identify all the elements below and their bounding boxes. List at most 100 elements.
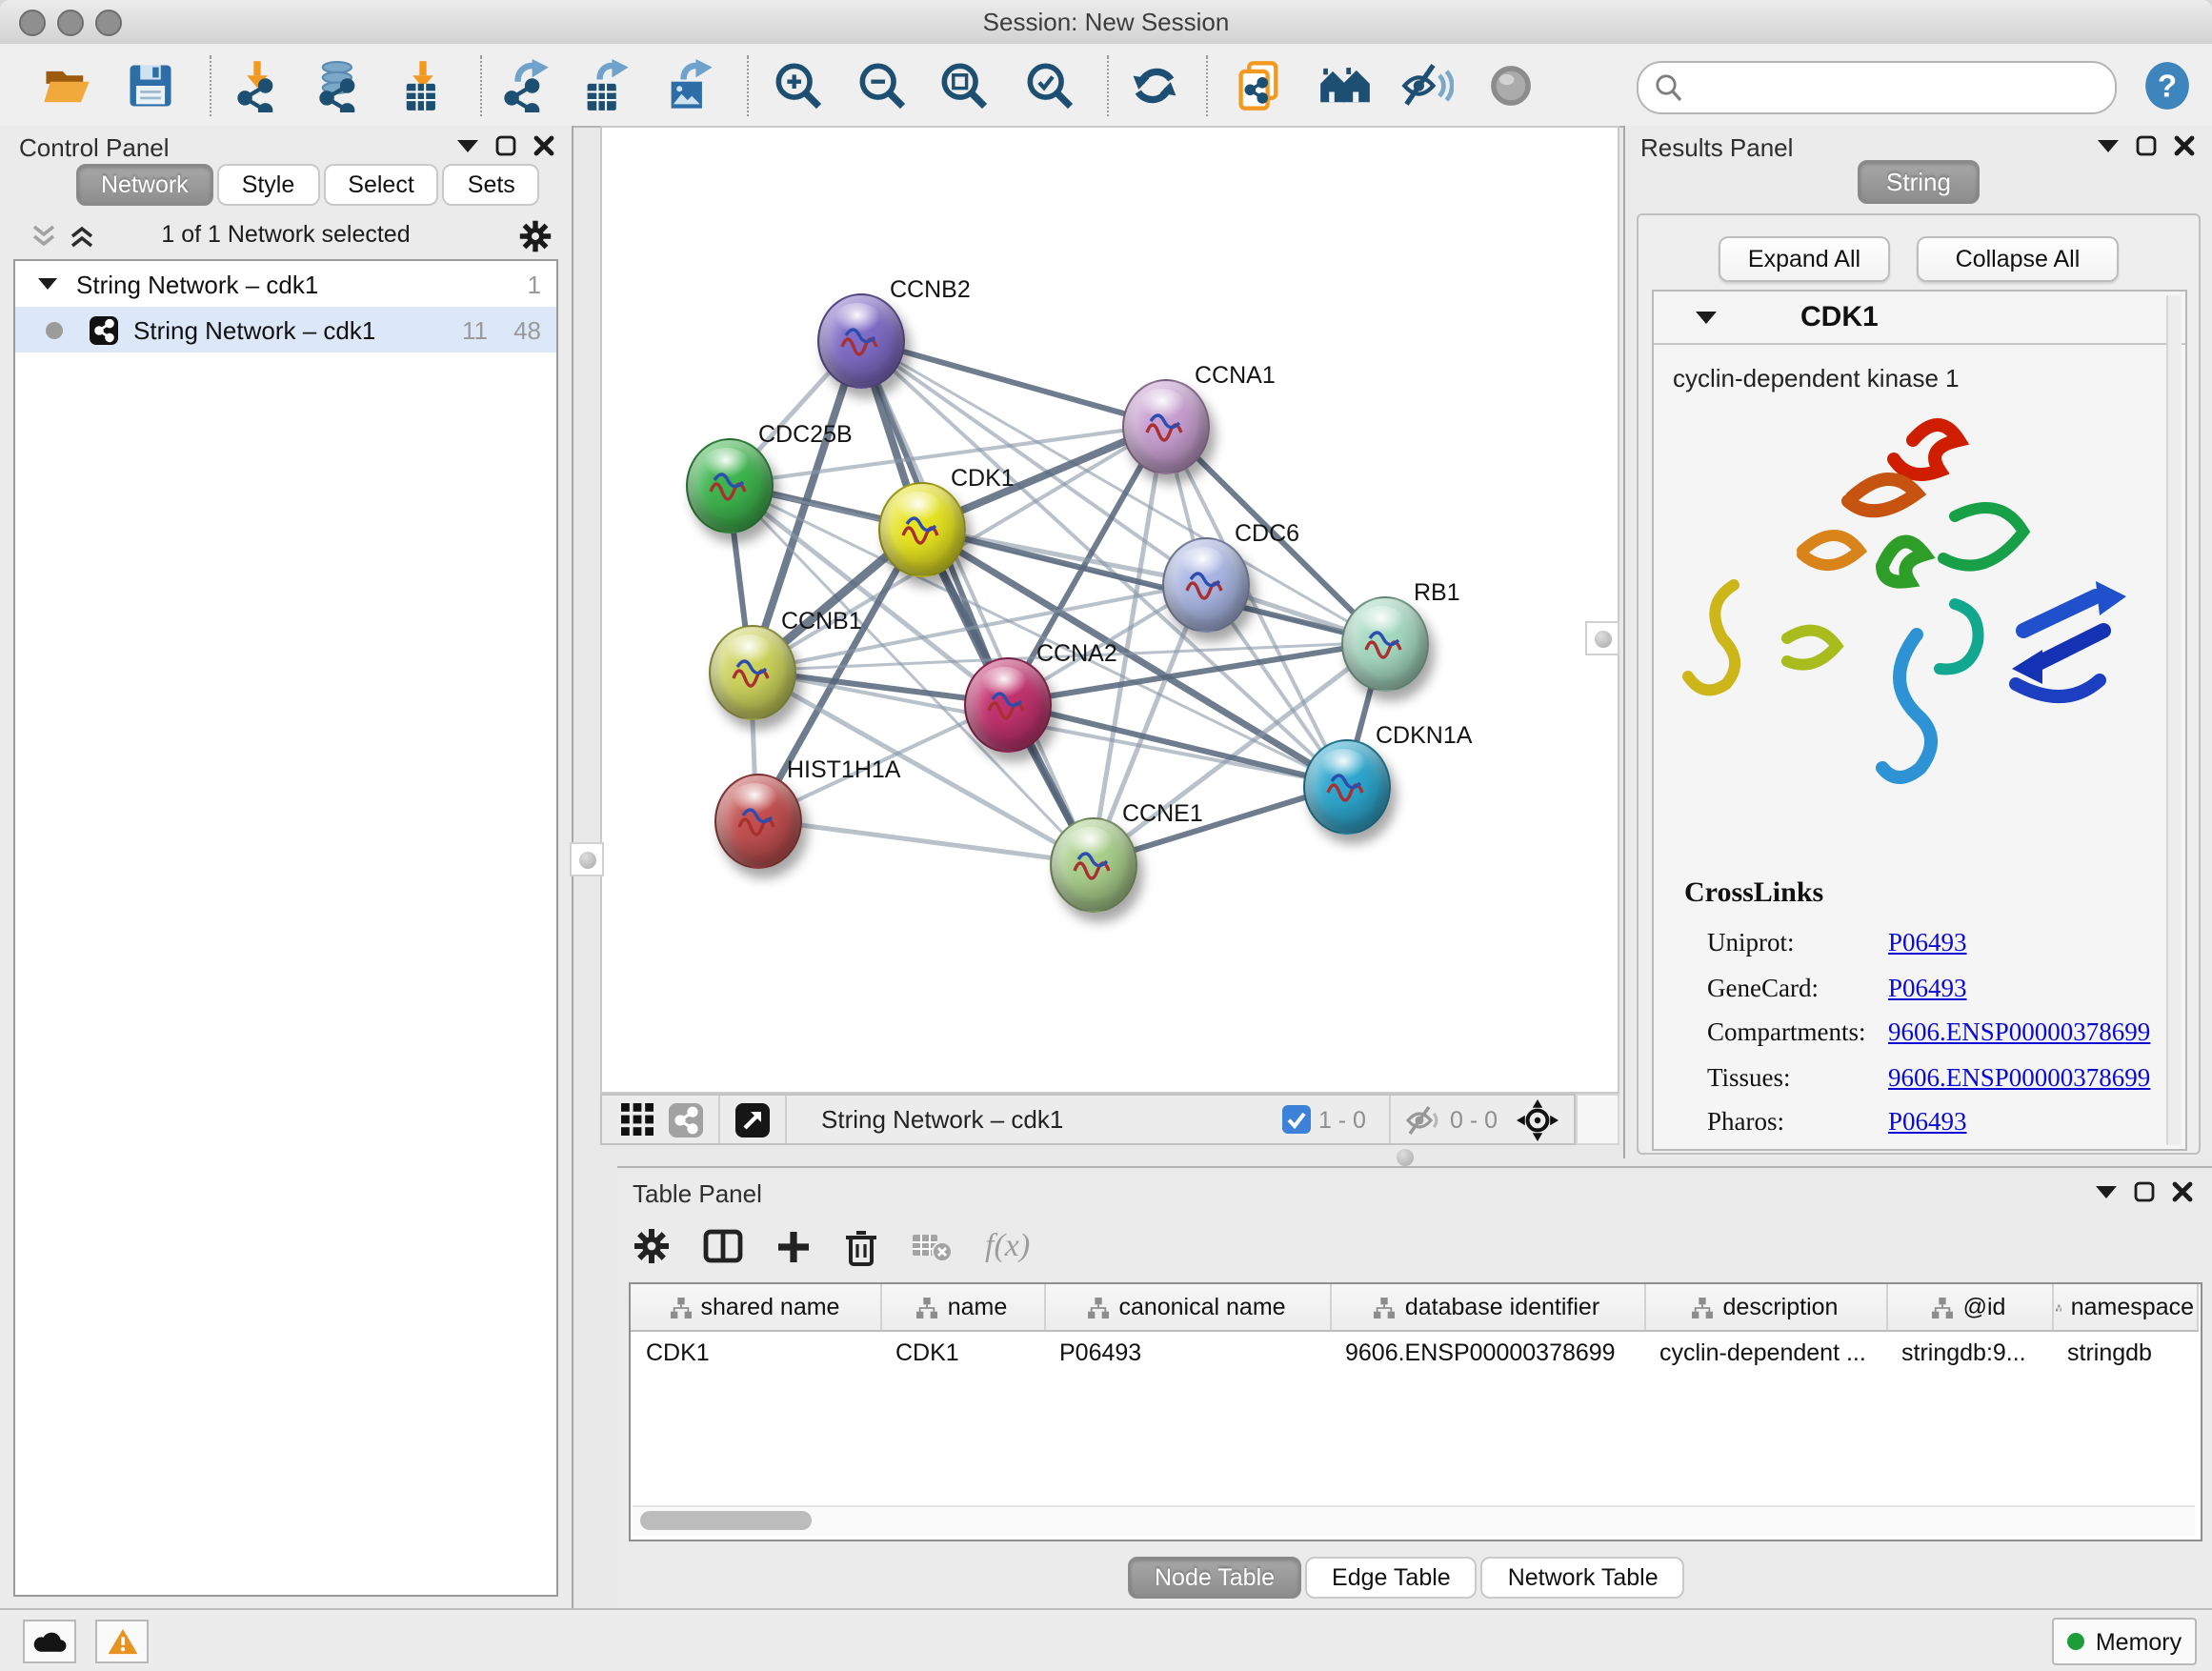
crosslink-label: Compartments: [1707,1017,1866,1046]
help-icon[interactable]: ? [2142,59,2193,112]
zoom-in-icon[interactable] [772,59,825,112]
left-splitter-handle[interactable] [570,842,604,876]
results-scrollbar[interactable] [2166,295,2182,1145]
network-node-ccna1[interactable] [1122,379,1210,474]
tab-select[interactable]: Select [323,164,439,206]
column-header-database-identifier[interactable]: database identifier [1330,1284,1644,1331]
network-thumbnail-icon[interactable] [669,1102,703,1137]
close-panel-icon[interactable] [2174,135,2195,156]
zoom-selected-icon[interactable] [1023,59,1076,112]
import-table-icon[interactable] [396,59,450,112]
panel-menu-icon[interactable] [2098,137,2119,154]
column-header-namespace[interactable]: namespace [2052,1284,2197,1331]
tab-node-table[interactable]: Node Table [1128,1557,1301,1599]
close-panel-icon[interactable] [533,135,554,156]
float-panel-icon[interactable] [495,135,516,156]
column-header-id[interactable]: @id [1886,1284,2052,1331]
node-label-ccnb2: CCNB2 [890,276,971,303]
tab-style[interactable]: Style [217,164,320,206]
crosslink-link[interactable]: P06493 [1888,1107,1967,1137]
table-cell[interactable]: stringdb [2052,1331,2197,1374]
save-session-icon[interactable] [124,59,177,112]
export-network-icon[interactable] [497,59,551,112]
zoom-out-icon[interactable] [855,59,909,112]
network-node-cdk1[interactable] [878,482,966,577]
tree-expand-icon[interactable] [38,276,57,292]
network-canvas[interactable]: CCNB2CCNA1CDC25BCDK1CDC6RB1CCNB1CCNA2HIS… [600,126,1619,1094]
network-row[interactable]: String Network – cdk1 11 48 [15,307,556,352]
show-columns-icon[interactable] [703,1227,743,1265]
node-label-ccnb1: CCNB1 [781,608,862,634]
column-header-shared-name[interactable]: shared name [631,1284,880,1331]
import-database-icon[interactable] [312,59,366,112]
zoom-fit-icon[interactable] [937,59,991,112]
protein-thumbnail [1141,406,1191,448]
network-node-ccna2[interactable] [964,657,1052,753]
birds-eye-view-icon[interactable] [735,1102,770,1137]
network-label: String Network – cdk1 [133,315,375,344]
column-header-canonical-name[interactable]: canonical name [1044,1284,1330,1331]
import-network-icon[interactable] [231,59,284,112]
grid-view-icon[interactable] [621,1103,654,1136]
show-graphics-icon[interactable] [1484,59,1538,112]
cloud-status-button[interactable] [23,1620,76,1663]
export-table-icon[interactable] [579,59,633,112]
hide-unhide-icon[interactable] [1400,59,1454,112]
export-image-icon[interactable] [663,59,716,112]
network-node-cdc6[interactable] [1162,537,1250,633]
panel-menu-icon[interactable] [457,137,478,154]
table-cell[interactable]: CDK1 [880,1331,1044,1374]
collapse-section-icon[interactable] [1696,309,1717,326]
network-node-ccnb2[interactable] [817,293,905,389]
tab-string[interactable]: String [1858,160,1980,204]
memory-button[interactable]: Memory [2052,1618,2197,1665]
delete-column-trash-icon[interactable] [844,1226,878,1266]
table-row[interactable]: CDK1CDK1P064939606.ENSP00000378699cyclin… [631,1331,2197,1374]
column-header-name[interactable]: name [880,1284,1044,1331]
tab-sets[interactable]: Sets [443,164,540,206]
network-node-cdkn1a[interactable] [1303,739,1391,835]
open-session-icon[interactable] [40,59,93,112]
table-cell[interactable]: cyclin-dependent ... [1644,1331,1886,1374]
network-node-rb1[interactable] [1341,596,1429,692]
network-node-ccnb1[interactable] [709,625,796,720]
search-input[interactable] [1637,61,2117,114]
panel-menu-icon[interactable] [2096,1183,2117,1200]
title-bar: Session: New Session [0,0,2212,46]
close-panel-icon[interactable] [2172,1181,2193,1202]
home-networks-icon[interactable] [1318,59,1372,112]
create-column-icon[interactable] [775,1228,812,1264]
column-header-description[interactable]: description [1644,1284,1886,1331]
gear-icon[interactable] [518,219,553,253]
table-cell[interactable]: 9606.ENSP00000378699 [1330,1331,1644,1374]
float-panel-icon[interactable] [2134,1181,2155,1202]
network-node-cdc25b[interactable] [686,438,774,534]
table-cell[interactable]: stringdb:9... [1886,1331,2052,1374]
column-type-icon [917,1297,938,1318]
collapse-all-button[interactable]: Collapse All [1917,236,2119,282]
warnings-button[interactable] [95,1620,149,1663]
table-cell[interactable]: P06493 [1044,1331,1330,1374]
table-horizontal-scrollbar[interactable] [633,1505,2195,1536]
crosslink-link[interactable]: 9606.ENSP00000378699 [1888,1017,2150,1048]
table-options-gear-icon[interactable] [633,1227,671,1265]
clone-network-icon[interactable] [1233,59,1286,112]
protein-header-row[interactable]: CDK1 [1654,292,2185,345]
crosslink-link[interactable]: 9606.ENSP00000378699 [1888,1062,2150,1093]
expand-all-button[interactable]: Expand All [1719,236,1890,282]
crosslink-link[interactable]: P06493 [1888,973,1967,1003]
table-cell[interactable]: CDK1 [631,1331,880,1374]
right-splitter-handle[interactable] [1585,621,1619,655]
network-collection-row[interactable]: String Network – cdk1 1 [15,261,556,307]
float-panel-icon[interactable] [2136,135,2157,156]
selected-checkbox-icon[interactable] [1282,1105,1311,1134]
network-node-ccne1[interactable] [1050,817,1137,913]
refresh-icon[interactable] [1128,59,1181,112]
crosslink-link[interactable]: P06493 [1888,928,1967,958]
network-node-hist1h1a[interactable] [714,774,802,869]
tab-network-table[interactable]: Network Table [1481,1557,1685,1599]
crosslink-row: GeneCard:P06493 [1707,973,2164,1003]
tab-edge-table[interactable]: Edge Table [1305,1557,1478,1599]
tab-network[interactable]: Network [76,164,213,206]
fit-content-target-icon[interactable] [1517,1098,1558,1140]
